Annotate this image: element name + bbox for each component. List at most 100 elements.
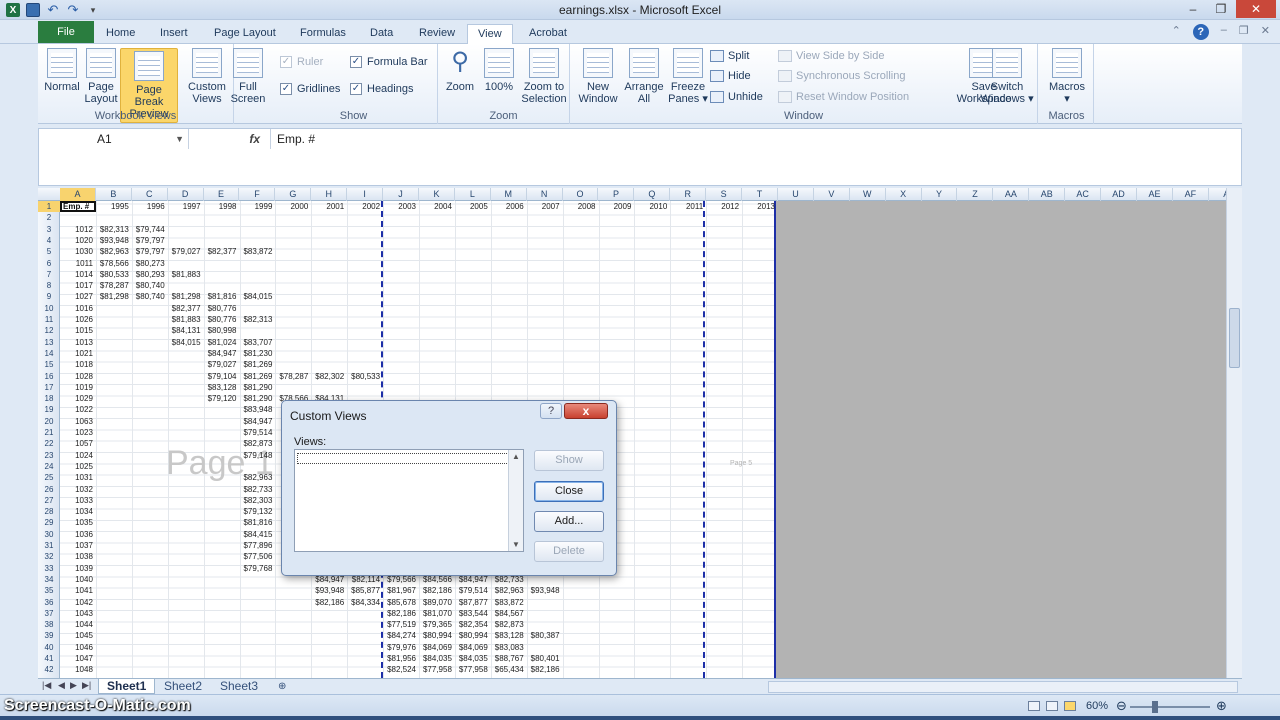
zoom-100-button[interactable]: 100% — [482, 48, 516, 93]
cell[interactable]: $80,994 — [419, 630, 452, 641]
row-header[interactable]: 32 — [38, 551, 60, 562]
cell[interactable]: 1028 — [60, 371, 93, 382]
cell[interactable]: 1041 — [60, 585, 93, 596]
cell[interactable]: $88,767 — [491, 653, 524, 664]
cell[interactable]: $87,877 — [455, 597, 488, 608]
cell[interactable]: $79,797 — [132, 246, 165, 257]
cell[interactable]: 1034 — [60, 506, 93, 517]
restore-icon[interactable]: ❐ — [1208, 0, 1234, 18]
gridlines-checkbox[interactable]: ✓ Gridlines — [280, 83, 340, 95]
column-header[interactable]: AB — [1029, 188, 1066, 201]
dialog-help-icon[interactable]: ? — [540, 403, 562, 419]
row-header[interactable]: 11 — [38, 314, 60, 325]
column-header[interactable]: G — [275, 188, 312, 201]
cell[interactable]: $77,519 — [383, 619, 416, 630]
cell[interactable]: $80,776 — [204, 314, 237, 325]
cell[interactable]: $81,298 — [96, 291, 129, 302]
cell[interactable]: 1015 — [60, 325, 93, 336]
row-header[interactable]: 16 — [38, 371, 60, 382]
cell[interactable]: 1046 — [60, 642, 93, 653]
cell[interactable]: 1038 — [60, 551, 93, 562]
cell[interactable]: $81,883 — [168, 269, 201, 280]
row-header[interactable]: 6 — [38, 258, 60, 269]
cell[interactable]: $84,947 — [240, 416, 272, 427]
cell[interactable]: $84,015 — [240, 291, 272, 302]
close-button[interactable]: Close — [534, 481, 604, 502]
minimize-ribbon-icon[interactable]: ⌃ — [1172, 24, 1181, 40]
row-header[interactable]: 37 — [38, 608, 60, 619]
cell[interactable]: $79,797 — [132, 235, 165, 246]
cell[interactable]: 1016 — [60, 303, 93, 314]
cell[interactable]: $80,776 — [204, 303, 237, 314]
cell[interactable]: 2012 — [706, 201, 739, 212]
column-header[interactable]: V — [814, 188, 850, 201]
cell[interactable]: $82,313 — [96, 224, 129, 235]
column-header[interactable]: AF — [1173, 188, 1209, 201]
cell[interactable]: $84,947 — [204, 348, 237, 359]
row-header[interactable]: 9 — [38, 291, 60, 302]
freeze-panes-button[interactable]: Freeze Panes ▾ — [666, 48, 710, 105]
cell[interactable]: $79,976 — [383, 642, 416, 653]
cell[interactable]: $81,883 — [168, 314, 201, 325]
sheet-tab-sheet2[interactable]: Sheet2 — [156, 679, 210, 694]
insert-sheet-icon[interactable]: ⊕ — [270, 679, 294, 694]
cell[interactable]: 2007 — [527, 201, 560, 212]
cell[interactable]: $84,274 — [383, 630, 416, 641]
column-header[interactable]: F — [240, 188, 276, 201]
insert-function-icon[interactable]: fx — [189, 129, 271, 149]
name-box-dropdown-icon[interactable]: ▼ — [175, 129, 184, 149]
column-header[interactable]: AA — [993, 188, 1030, 201]
cell[interactable]: 1042 — [60, 597, 93, 608]
row-header[interactable]: 22 — [38, 438, 60, 449]
cell[interactable]: 2009 — [599, 201, 632, 212]
row-header[interactable]: 29 — [38, 517, 60, 528]
cell[interactable]: $84,035 — [455, 653, 488, 664]
row-header[interactable]: 21 — [38, 427, 60, 438]
column-header[interactable]: H — [311, 188, 348, 201]
tab-acrobat[interactable]: Acrobat — [519, 24, 577, 44]
tab-file[interactable]: File — [38, 21, 94, 43]
dialog-close-icon[interactable]: x — [564, 403, 608, 419]
print-area-border[interactable] — [774, 201, 776, 678]
cell[interactable]: $81,269 — [240, 359, 272, 370]
cell[interactable]: $82,963 — [240, 472, 272, 483]
tab-formulas[interactable]: Formulas — [290, 24, 356, 44]
row-header[interactable]: 39 — [38, 630, 60, 641]
column-header[interactable]: E — [204, 188, 240, 201]
ruler-checkbox[interactable]: ✓ Ruler — [280, 56, 323, 68]
cell[interactable]: 1023 — [60, 427, 93, 438]
cell[interactable]: 2010 — [634, 201, 667, 212]
page-layout-view-button[interactable]: Page Layout — [84, 48, 118, 105]
row-header[interactable]: 19 — [38, 404, 60, 415]
row-header[interactable]: 3 — [38, 224, 60, 235]
cell[interactable]: 1040 — [60, 574, 93, 585]
cell[interactable]: $81,956 — [383, 653, 416, 664]
cell[interactable]: $79,104 — [204, 371, 237, 382]
cell[interactable]: $79,514 — [240, 427, 272, 438]
cell[interactable]: $77,506 — [240, 551, 272, 562]
cell[interactable]: $89,070 — [419, 597, 452, 608]
row-header[interactable]: 42 — [38, 664, 60, 675]
formula-input[interactable]: Emp. # — [277, 132, 315, 146]
name-box[interactable]: A1 ▼ — [39, 129, 189, 149]
cell[interactable]: $84,069 — [455, 642, 488, 653]
minimize-icon[interactable]: – — [1180, 0, 1206, 18]
cell[interactable]: 2013 — [742, 201, 775, 212]
column-header[interactable]: Z — [958, 188, 994, 201]
zoom-in-icon[interactable]: ⊕ — [1216, 698, 1227, 714]
normal-view-status-icon[interactable] — [1028, 701, 1040, 711]
row-header[interactable]: 10 — [38, 303, 60, 314]
first-sheet-icon[interactable]: |◀ — [42, 680, 51, 691]
cell[interactable]: $80,533 — [96, 269, 129, 280]
cell[interactable]: $79,744 — [132, 224, 165, 235]
cell[interactable]: 1031 — [60, 472, 93, 483]
cell[interactable]: $93,948 — [311, 585, 344, 596]
cell[interactable]: 2002 — [347, 201, 380, 212]
cell[interactable]: $80,998 — [204, 325, 237, 336]
cell[interactable]: 2008 — [563, 201, 596, 212]
cell[interactable]: 1026 — [60, 314, 93, 325]
list-item[interactable] — [297, 453, 509, 464]
column-header[interactable]: T — [742, 188, 778, 201]
row-header[interactable]: 14 — [38, 348, 60, 359]
cell[interactable]: $83,948 — [240, 404, 272, 415]
